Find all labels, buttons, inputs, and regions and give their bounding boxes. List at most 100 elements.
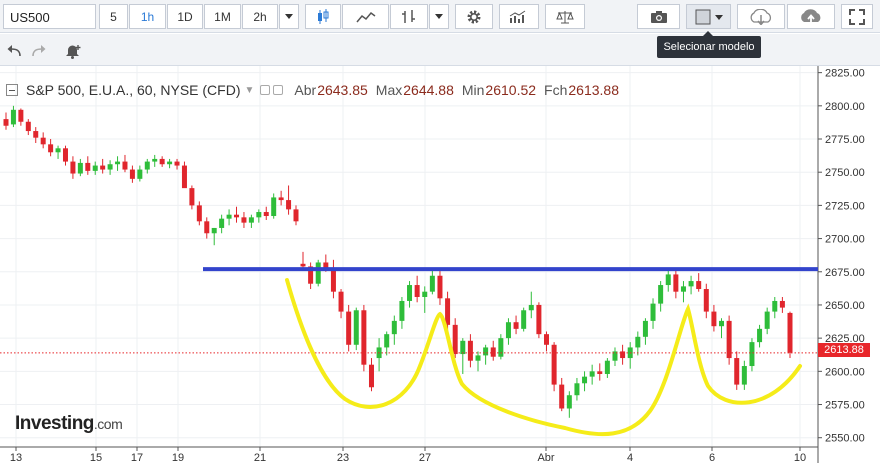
interval-1m-button[interactable]: 1M (204, 4, 241, 29)
candle-body (642, 320, 648, 337)
open-label: Abr (294, 82, 317, 98)
candle-body (189, 188, 195, 206)
candle-body (437, 275, 443, 299)
y-tick-label: 2800.00 (825, 101, 865, 113)
x-tick-label: 6 (709, 452, 715, 463)
candle-body (673, 274, 679, 292)
x-tick-label: 27 (419, 452, 431, 463)
candle-body (429, 275, 435, 292)
candle-body (467, 340, 473, 361)
candle-body (129, 169, 135, 179)
add-alert-button[interactable] (58, 38, 88, 63)
candle-body (263, 212, 269, 217)
fullscreen-button[interactable] (841, 4, 873, 29)
gear-icon (467, 10, 481, 23)
candle-body (498, 338, 504, 357)
candle-body (658, 285, 664, 304)
y-tick-label: 2825.00 (825, 68, 865, 80)
chart-type-dropdown-button[interactable] (429, 4, 449, 29)
candle-body (757, 328, 763, 343)
candle-body (490, 347, 496, 357)
chevron-down-icon (285, 14, 293, 19)
x-tick-label: 4 (627, 452, 633, 463)
candle-body (597, 371, 603, 374)
logo-brand: Investing (15, 413, 94, 434)
symbol-input[interactable]: US500 (3, 4, 96, 29)
candle-body (787, 312, 793, 353)
candle-body (353, 310, 359, 345)
candle-body (18, 109, 24, 122)
eye-icon[interactable] (260, 85, 271, 95)
indicators-button[interactable] (499, 4, 539, 29)
interval-2h-button[interactable]: 2h (242, 4, 278, 29)
candle-body (650, 303, 656, 321)
candle-body (734, 358, 740, 385)
current-price-tag: 2613.88 (818, 343, 870, 357)
price-axis: 2825.00 2800.00 2775.00 2750.00 2725.00 2700.… (817, 66, 865, 463)
candle-body (278, 197, 284, 201)
candle-body (122, 161, 128, 170)
template-icon (695, 9, 723, 24)
snapshot-button[interactable] (637, 4, 680, 29)
candle-body (271, 197, 277, 217)
candle-body (286, 200, 292, 210)
candle-body (167, 161, 173, 165)
caret-down-icon[interactable]: ▼ (244, 85, 254, 96)
price-chart[interactable]: 2825.00 2800.00 2775.00 2750.00 2725.00 2700.… (0, 66, 880, 463)
candle-body (772, 300, 778, 312)
interval-5-button[interactable]: 5 (99, 4, 128, 29)
candle-body (137, 169, 143, 179)
template-tooltip: Selecionar modelo (657, 31, 761, 58)
load-chart-button[interactable] (737, 4, 785, 29)
candle-body (144, 161, 150, 170)
candle-body (749, 342, 755, 367)
y-tick-label: 2650.00 (825, 300, 865, 312)
candle-body (293, 209, 299, 222)
candle-body (338, 291, 344, 312)
candle-body (422, 291, 428, 297)
interval-1h-button[interactable]: 1h (129, 4, 166, 29)
candle-body (521, 310, 527, 329)
area-style-button[interactable] (342, 4, 389, 29)
open-value: 2643.85 (317, 82, 368, 98)
compare-button[interactable] (545, 4, 585, 29)
candle-body (589, 371, 595, 377)
candle-body (159, 158, 165, 165)
instrument-title: S&P 500, E.U.A., 60, NYSE (CFD) (26, 82, 241, 98)
candle-body (368, 364, 374, 388)
candle-body (505, 322, 511, 339)
indicators-icon (509, 10, 526, 23)
bars-style-button[interactable] (390, 4, 428, 29)
candle-body (330, 267, 336, 292)
candle-body (680, 286, 686, 292)
redo-icon (32, 44, 46, 56)
high-label: Max (375, 82, 403, 98)
y-tick-label: 2775.00 (825, 134, 865, 146)
candle-body (779, 300, 785, 308)
legend-collapse-toggle[interactable] (6, 84, 18, 96)
time-axis: 13 15 17 19 21 23 27 Abr 4 6 10 (0, 446, 818, 463)
select-template-button[interactable] (686, 4, 731, 29)
y-tick-label: 2700.00 (825, 234, 865, 246)
chart-legend: S&P 500, E.U.A., 60, NYSE (CFD) ▼ Abr 264… (6, 80, 619, 100)
candle-body (361, 310, 367, 365)
redo-button[interactable] (25, 38, 53, 63)
candle-body (711, 311, 717, 327)
undo-button[interactable] (0, 38, 28, 63)
settings-button[interactable] (455, 4, 493, 29)
candle-body (115, 161, 121, 165)
candle-body (3, 119, 9, 126)
save-chart-button[interactable] (787, 4, 835, 29)
candle-body (234, 214, 240, 218)
x-tick-label: 17 (131, 452, 143, 463)
candle-body (92, 165, 98, 171)
interval-dropdown-button[interactable] (279, 4, 299, 29)
candle-body (62, 148, 68, 162)
candle-body (219, 218, 225, 228)
x-tick-label: 19 (172, 452, 184, 463)
interval-1d-button[interactable]: 1D (167, 4, 203, 29)
cloud-download-icon (750, 8, 772, 25)
gear-icon[interactable] (273, 85, 284, 95)
candle-body (174, 161, 180, 166)
candles-style-button[interactable] (305, 4, 341, 29)
